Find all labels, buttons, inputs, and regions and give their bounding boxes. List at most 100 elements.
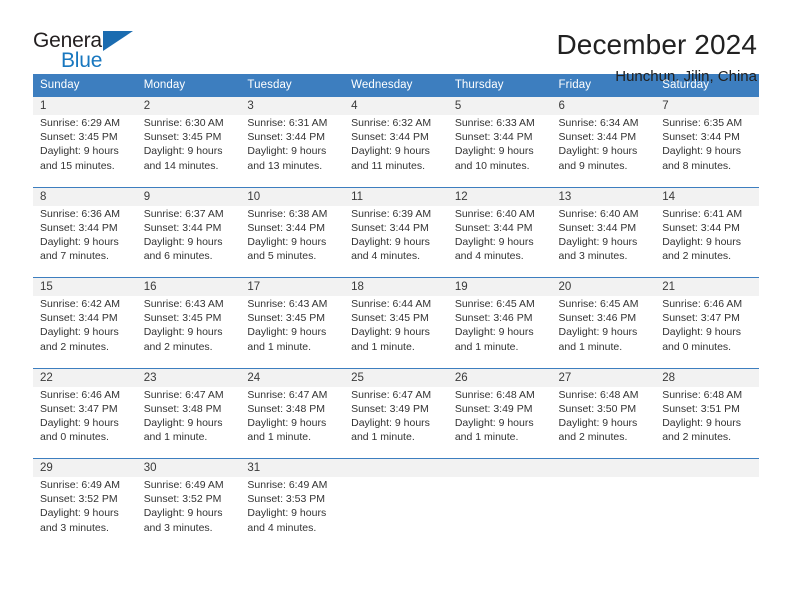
day-cell[interactable]: Sunrise: 6:48 AM Sunset: 3:49 PM Dayligh… [447,386,552,459]
day-cell[interactable]: Sunrise: 6:34 AM Sunset: 3:44 PM Dayligh… [551,115,656,187]
sunrise-text: Sunrise: 6:38 AM [247,207,328,220]
day-cell[interactable]: Sunrise: 6:30 AM Sunset: 3:45 PM Dayligh… [136,115,241,187]
sunset-text: Sunset: 3:52 PM [40,493,118,506]
day-cell[interactable]: Sunrise: 6:31 AM Sunset: 3:44 PM Dayligh… [240,115,345,187]
sunrise-text: Sunrise: 6:46 AM [40,388,120,401]
daylight-text: Daylight: 9 hours and 2 minutes. [558,416,638,444]
daylight-text: Daylight: 9 hours and 15 minutes. [40,145,119,172]
day-cell[interactable]: Sunrise: 6:38 AM Sunset: 3:44 PM Dayligh… [240,205,345,278]
day-cell[interactable]: Sunrise: 6:48 AM Sunset: 3:50 PM Dayligh… [551,386,656,459]
day-cell[interactable]: Sunrise: 6:47 AM Sunset: 3:48 PM Dayligh… [136,386,241,459]
day-number: 18 [344,277,448,296]
day-cell[interactable]: Sunrise: 6:40 AM Sunset: 3:44 PM Dayligh… [447,205,552,278]
sunset-text: Sunset: 3:47 PM [662,312,740,325]
sunrise-text: Sunrise: 6:48 AM [662,388,743,401]
day-cell[interactable]: Sunrise: 6:39 AM Sunset: 3:44 PM Dayligh… [344,205,448,278]
sunset-text: Sunset: 3:52 PM [143,493,222,506]
sunset-text: Sunset: 3:44 PM [351,221,429,234]
column-header-monday: Monday [136,74,241,97]
sunset-text: Sunset: 3:44 PM [558,221,637,234]
daylight-text: Daylight: 9 hours and 3 minutes. [143,507,223,534]
day-number: 22 [33,367,137,387]
sunset-text: Sunset: 3:45 PM [143,312,222,325]
day-number: 12 [447,186,552,206]
column-header-tuesday: Tuesday [240,74,345,97]
day-cell[interactable]: Sunrise: 6:42 AM Sunset: 3:44 PM Dayligh… [33,296,137,368]
day-cell[interactable]: Sunrise: 6:49 AM Sunset: 3:52 PM Dayligh… [33,477,137,549]
day-cell[interactable]: Sunrise: 6:35 AM Sunset: 3:44 PM Dayligh… [655,115,759,187]
sunset-text: Sunset: 3:46 PM [454,312,533,325]
day-number: 28 [655,367,759,387]
day-cell[interactable]: Sunrise: 6:49 AM Sunset: 3:53 PM Dayligh… [240,477,345,549]
day-number: 13 [551,186,656,206]
day-cell[interactable]: Sunrise: 6:46 AM Sunset: 3:47 PM Dayligh… [655,296,759,368]
sunrise-text: Sunrise: 6:35 AM [662,117,743,129]
day-cell[interactable]: Sunrise: 6:47 AM Sunset: 3:49 PM Dayligh… [344,386,448,459]
day-cell[interactable]: Sunrise: 6:44 AM Sunset: 3:45 PM Dayligh… [344,296,448,368]
daylight-text: Daylight: 9 hours and 3 minutes. [558,235,638,263]
day-cell[interactable]: Sunrise: 6:49 AM Sunset: 3:52 PM Dayligh… [136,477,241,549]
sunset-text: Sunset: 3:44 PM [351,131,429,144]
day-number: 1 [33,97,137,115]
daylight-text: Daylight: 9 hours and 9 minutes. [558,145,638,172]
sunset-text: Sunset: 3:44 PM [247,221,326,234]
day-cell[interactable]: Sunrise: 6:47 AM Sunset: 3:48 PM Dayligh… [240,386,345,459]
sunset-text: Sunset: 3:51 PM [662,402,740,415]
sunrise-text: Sunrise: 6:34 AM [558,117,639,129]
day-cell[interactable]: Sunrise: 6:36 AM Sunset: 3:44 PM Dayligh… [33,205,137,278]
day-number: 30 [136,458,241,477]
sunrise-text: Sunrise: 6:49 AM [40,479,120,491]
sunrise-text: Sunrise: 6:48 AM [558,388,639,401]
day-cell[interactable]: Sunrise: 6:43 AM Sunset: 3:45 PM Dayligh… [240,296,345,368]
daylight-text: Daylight: 9 hours and 1 minute. [351,326,430,353]
sunset-text: Sunset: 3:47 PM [40,402,118,415]
sunset-text: Sunset: 3:49 PM [351,402,429,415]
day-cell[interactable]: Sunrise: 6:41 AM Sunset: 3:44 PM Dayligh… [655,205,759,278]
sunrise-text: Sunrise: 6:30 AM [143,117,224,129]
daylight-text: Daylight: 9 hours and 0 minutes. [40,416,119,444]
sunrise-text: Sunrise: 6:46 AM [662,298,743,310]
day-number-row: 1 2 3 4 5 6 7 [33,97,759,115]
day-cell[interactable]: Sunrise: 6:33 AM Sunset: 3:44 PM Dayligh… [447,115,552,187]
day-number: 23 [136,367,241,387]
sunrise-text: Sunrise: 6:45 AM [454,298,535,310]
sunrise-text: Sunrise: 6:39 AM [351,207,432,220]
daylight-text: Daylight: 9 hours and 2 minutes. [662,235,742,263]
sunset-text: Sunset: 3:50 PM [558,402,637,415]
page-title: December 2024 [556,29,757,60]
general-blue-logo[interactable]: General Blue [33,28,143,74]
day-cell[interactable]: Sunrise: 6:48 AM Sunset: 3:51 PM Dayligh… [655,386,759,459]
sunrise-text: Sunrise: 6:43 AM [247,298,328,310]
sunset-text: Sunset: 3:49 PM [454,402,533,415]
day-number: 15 [33,277,137,296]
day-cell-empty [551,477,656,549]
day-cell-empty [655,477,759,549]
day-cell[interactable]: Sunrise: 6:45 AM Sunset: 3:46 PM Dayligh… [551,296,656,368]
sunrise-text: Sunrise: 6:42 AM [40,298,120,310]
day-number-row: 8 9 10 11 12 13 14 [33,186,759,206]
daylight-text: Daylight: 9 hours and 2 minutes. [40,326,119,353]
day-cell[interactable]: Sunrise: 6:29 AM Sunset: 3:45 PM Dayligh… [33,115,137,187]
logo-text-blue: Blue [61,49,103,72]
daylight-text: Daylight: 9 hours and 1 minute. [247,326,327,353]
day-number: 2 [136,97,241,115]
triangle-icon [103,31,133,51]
daylight-text: Daylight: 9 hours and 8 minutes. [662,145,742,172]
day-number-row: 15 16 17 18 19 20 21 [33,277,759,296]
day-detail-row: Sunrise: 6:29 AM Sunset: 3:45 PM Dayligh… [33,115,759,187]
sunrise-text: Sunrise: 6:44 AM [351,298,432,310]
day-cell[interactable]: Sunrise: 6:46 AM Sunset: 3:47 PM Dayligh… [33,386,137,459]
day-number-empty [551,458,656,477]
column-header-wednesday: Wednesday [344,74,448,97]
daylight-text: Daylight: 9 hours and 6 minutes. [143,235,223,263]
daylight-text: Daylight: 9 hours and 4 minutes. [247,507,327,534]
sunset-text: Sunset: 3:48 PM [247,402,326,415]
day-cell[interactable]: Sunrise: 6:45 AM Sunset: 3:46 PM Dayligh… [447,296,552,368]
day-cell[interactable]: Sunrise: 6:32 AM Sunset: 3:44 PM Dayligh… [344,115,448,187]
day-cell[interactable]: Sunrise: 6:37 AM Sunset: 3:44 PM Dayligh… [136,205,241,278]
day-cell[interactable]: Sunrise: 6:40 AM Sunset: 3:44 PM Dayligh… [551,205,656,278]
day-number: 10 [240,186,345,206]
day-cell[interactable]: Sunrise: 6:43 AM Sunset: 3:45 PM Dayligh… [136,296,241,368]
daylight-text: Daylight: 9 hours and 5 minutes. [247,235,327,263]
daylight-text: Daylight: 9 hours and 1 minute. [351,416,430,444]
